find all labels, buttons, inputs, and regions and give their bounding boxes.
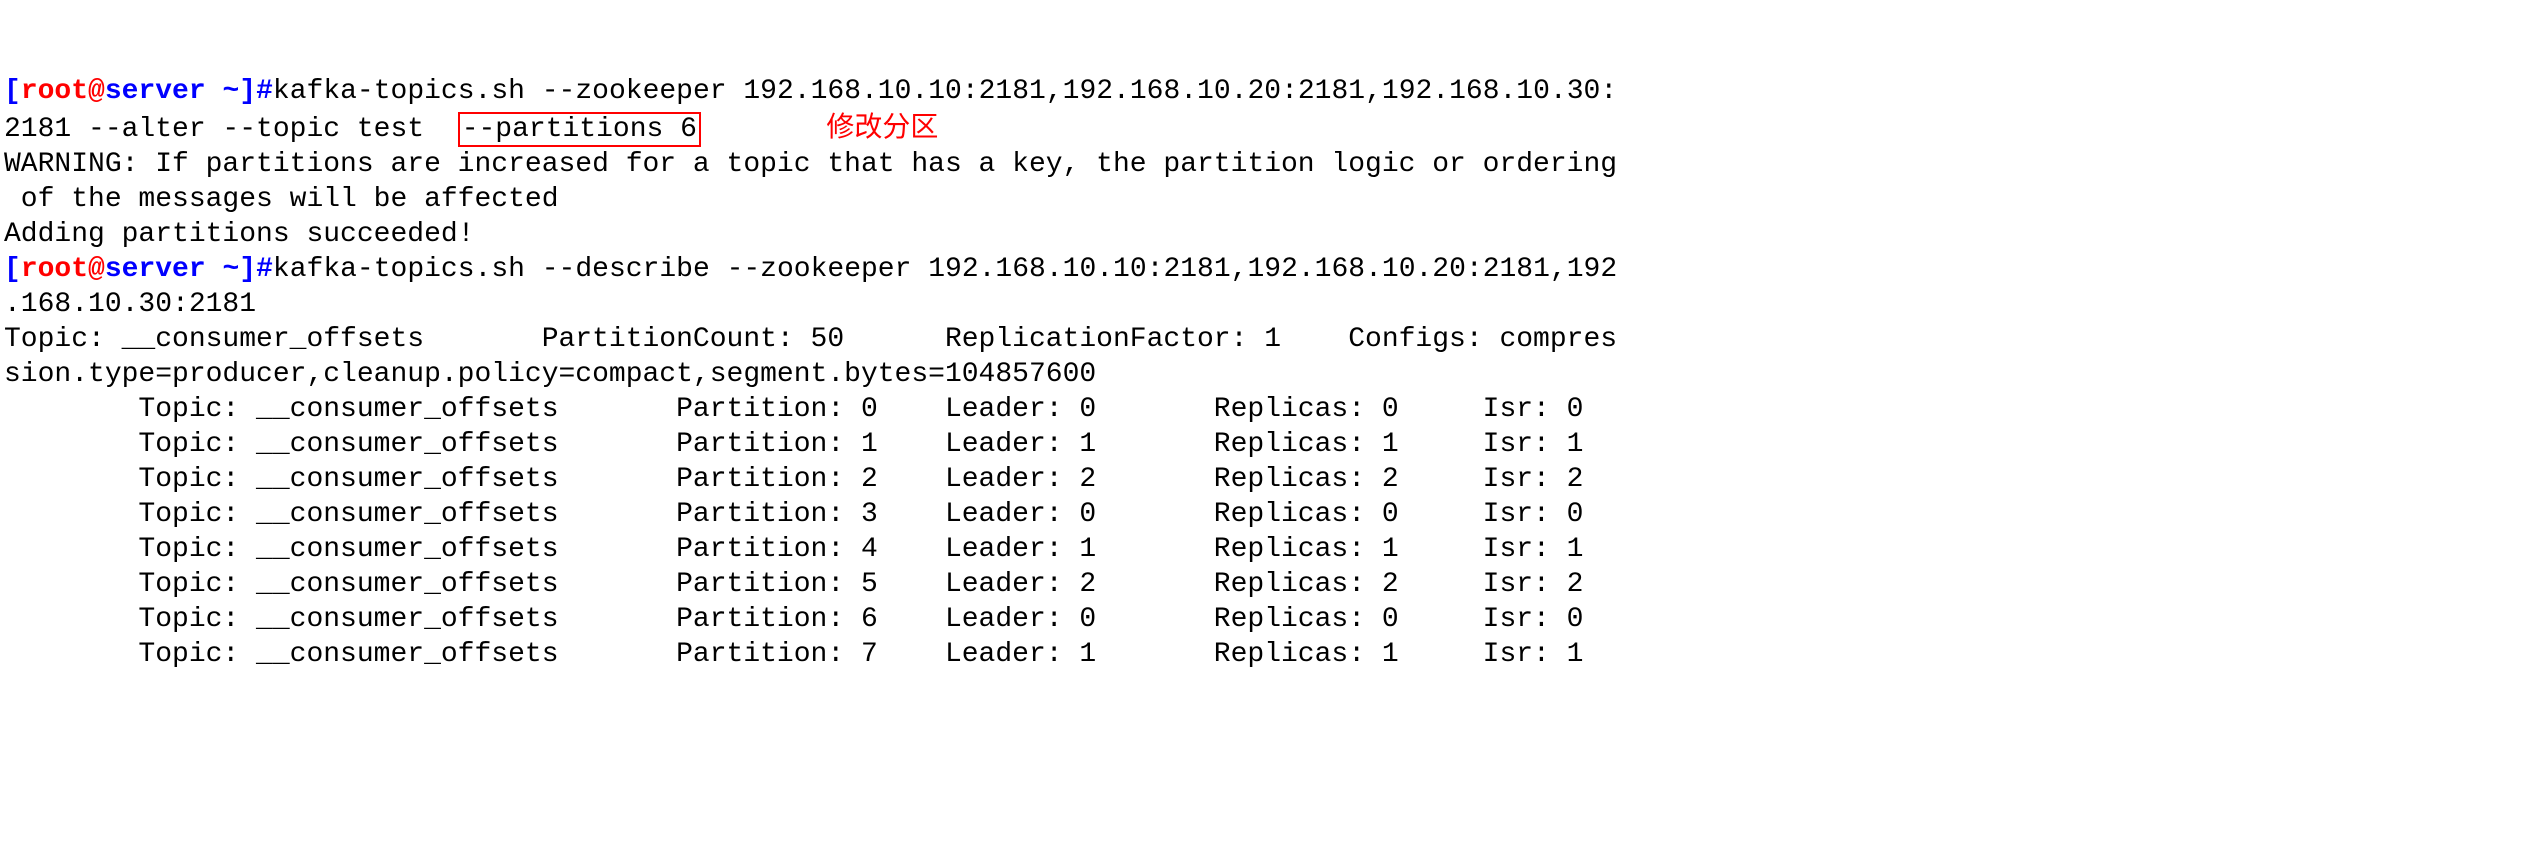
prompt-hash: # [256, 76, 273, 107]
prompt-path: ~ [206, 254, 240, 285]
terminal-output: [root@server ~]#kafka-topics.sh --zookee… [4, 74, 2543, 672]
partition-row: Topic: __consumer_offsets Partition: 4 L… [4, 534, 1583, 565]
command-text-1b: 2181 --alter --topic test [4, 114, 458, 145]
command-text-2b: .168.10.30:2181 [4, 289, 256, 320]
partition-row: Topic: __consumer_offsets Partition: 3 L… [4, 499, 1583, 530]
prompt-bracket-close: ] [239, 76, 256, 107]
prompt-host: server [105, 76, 206, 107]
partition-row: Topic: __consumer_offsets Partition: 0 L… [4, 394, 1583, 425]
partition-row: Topic: __consumer_offsets Partition: 1 L… [4, 429, 1583, 460]
highlighted-flag: --partitions 6 [458, 112, 701, 147]
prompt-bracket-open: [ [4, 254, 21, 285]
partition-row: Topic: __consumer_offsets Partition: 7 L… [4, 639, 1583, 670]
command-text-1a: kafka-topics.sh --zookeeper 192.168.10.1… [273, 76, 1617, 107]
prompt-host: server [105, 254, 206, 285]
prompt-bracket-open: [ [4, 76, 21, 107]
prompt-at: @ [88, 76, 105, 107]
prompt-at: @ [88, 254, 105, 285]
partition-row: Topic: __consumer_offsets Partition: 5 L… [4, 569, 1583, 600]
prompt-hash: # [256, 254, 273, 285]
prompt-user: root [21, 254, 88, 285]
command-text-2a: kafka-topics.sh --describe --zookeeper 1… [273, 254, 1617, 285]
prompt-path: ~ [206, 76, 240, 107]
prompt-user: root [21, 76, 88, 107]
annotation-text: 修改分区 [819, 111, 939, 142]
warning-line-2: of the messages will be affected [4, 184, 559, 215]
spacer [701, 114, 819, 145]
partition-row: Topic: __consumer_offsets Partition: 2 L… [4, 464, 1583, 495]
partition-row: Topic: __consumer_offsets Partition: 6 L… [4, 604, 1583, 635]
warning-line-1: WARNING: If partitions are increased for… [4, 149, 1617, 180]
success-line: Adding partitions succeeded! [4, 219, 474, 250]
topic-header-2: sion.type=producer,cleanup.policy=compac… [4, 359, 1096, 390]
topic-header-1: Topic: __consumer_offsets PartitionCount… [4, 324, 1617, 355]
prompt-bracket-close: ] [239, 254, 256, 285]
